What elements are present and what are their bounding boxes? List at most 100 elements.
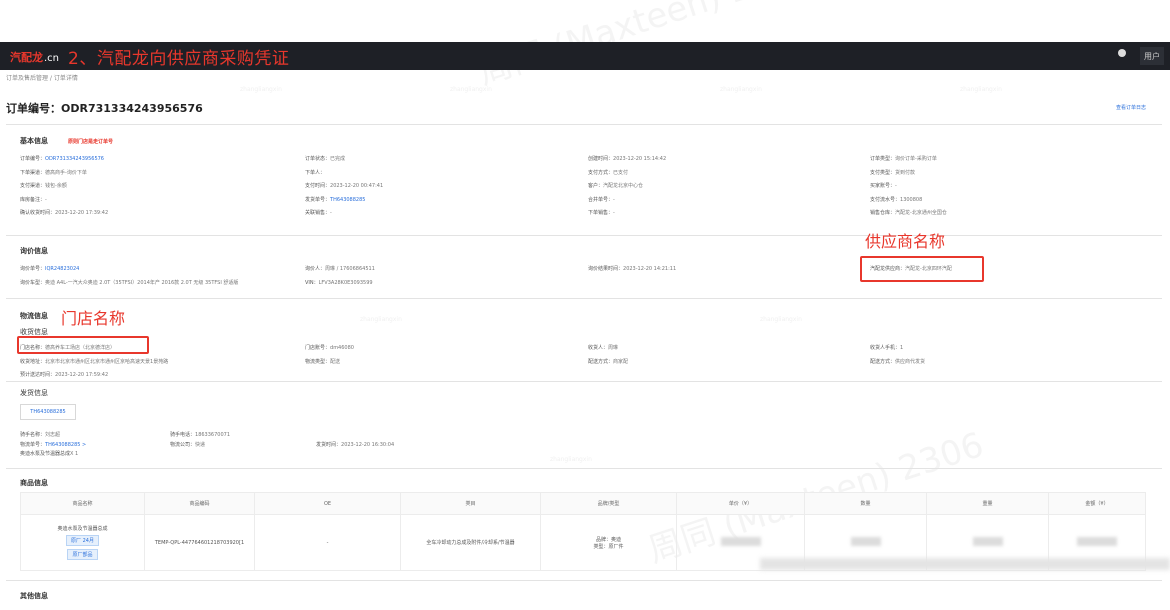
field-value: 已完成 [330, 156, 346, 162]
field-label: 下单人： [305, 169, 326, 176]
field-value[interactable]: TH643088285 [330, 197, 365, 203]
product-name: 奥迪水泵及节温器总成 [57, 526, 108, 532]
table-header-row: 商品名称 商品编码 OE 类目 品牌/类型 单价（¥） 数量 重量 金额（¥） [20, 492, 1146, 515]
field-label: 关联销售： [305, 210, 331, 216]
field-label: 客户： [588, 183, 604, 189]
field: 物流类型：配送 [305, 358, 340, 365]
cell-category: 全车冷却动力总成及附件/冷却系/节温器 [400, 514, 541, 571]
field-value: - [613, 210, 615, 216]
field: 询价结果时间：2023-12-20 14:21:11 [588, 265, 676, 272]
field-value: 货到付款 [895, 169, 916, 176]
watermark: zhangliangxin [760, 316, 802, 323]
field: 物流公司：快递 [170, 441, 205, 448]
field-label: 合并单号： [588, 196, 614, 203]
field: 询价人：周琳 / 17606864511 [305, 265, 375, 272]
field-value: 2023-12-20 00:47:41 [330, 183, 384, 189]
field-label: 下单销售： [588, 210, 614, 216]
field: 发货时间：2023-12-20 16:30:04 [316, 441, 394, 448]
field-label: 物流单号： [20, 441, 46, 448]
field-value: 德高商手-询价下单 [45, 169, 87, 176]
field-label: 物流公司： [170, 441, 196, 448]
field-label: 收货人手机： [870, 345, 901, 351]
section-title-other: 其他信息 [20, 592, 48, 600]
redacted-block [850, 537, 881, 546]
cell-product-code: TEMP-QPL-447764601218703920[1 [144, 514, 255, 571]
field-label: 支付方式： [588, 169, 614, 176]
field-value: 2023-12-20 16:30:04 [341, 441, 395, 448]
brand-logo[interactable]: 汽配龙.cn [10, 49, 59, 65]
watermark: zhangliangxin [450, 86, 492, 93]
field: 支付类型：货到付款 [870, 169, 915, 176]
field-label: 买家账号： [870, 183, 896, 189]
tab-shipment[interactable]: TH643088285 [20, 404, 76, 420]
order-log-link[interactable]: 查看订单日志 [1116, 104, 1146, 111]
field: 订单编号：ODR731334243956576 [20, 155, 104, 162]
field: 收货人：周琳 [588, 344, 618, 351]
section-title-goods: 商品信息 [20, 479, 48, 487]
field-label: 下单渠道： [20, 169, 46, 176]
field-value: 商家配 [613, 358, 629, 365]
bell-icon[interactable] [1118, 49, 1126, 57]
field-value: - [613, 196, 615, 203]
supplier-annotation: 供应商名称 [865, 232, 946, 251]
field-value: - [895, 183, 897, 189]
field: 骑手名称：刘志超 [20, 431, 60, 438]
col-header: 单价（¥） [676, 492, 805, 515]
field: 下单渠道：德高商手-询价下单 [20, 169, 87, 176]
watermark: zhangliangxin [240, 86, 282, 93]
breadcrumb[interactable]: 订单及售后管理 / 订单详情 [6, 73, 78, 82]
field: 奥迪水泵及节温器总成X 1 [20, 450, 78, 457]
col-header: 金额（¥） [1048, 492, 1146, 515]
col-header: 数量 [804, 492, 927, 515]
field-value[interactable]: IQR24823024 [45, 266, 79, 272]
cell-oe: - [254, 514, 401, 571]
field-value: 询价订单-采购订单 [895, 156, 937, 162]
field-value: 配送 [330, 358, 341, 365]
field: 门店账号：dm46080 [305, 344, 354, 351]
divider [6, 235, 1162, 236]
field: 配送方式：商家配 [588, 358, 628, 365]
red-note: 原则门店是走订单号 [68, 139, 114, 145]
field-value: 刘志超 [45, 432, 61, 438]
warranty-tag: 原厂 24月 [66, 535, 99, 546]
field-label: 奥迪水泵及节温器总成 [20, 451, 71, 457]
field-value: 2023-12-20 17:59:42 [55, 372, 109, 378]
field-label: 收货人： [588, 345, 609, 351]
field-value: 1 [900, 345, 904, 351]
field: 支付流水号：1300808 [870, 196, 922, 203]
field-value: 2023-12-20 14:21:11 [623, 266, 677, 272]
field-label: 询价车型： [20, 280, 46, 286]
store-highlight-box [17, 336, 149, 354]
field-label: 支付时间： [305, 183, 331, 189]
divider [6, 298, 1162, 299]
field-label: 收货地址： [20, 358, 46, 365]
cell-product-name: 奥迪水泵及节温器总成 原厂 24月 原厂部品 [20, 514, 145, 571]
field-label: 支付渠道： [20, 183, 46, 189]
field: 预计送达时间：2023-12-20 17:59:42 [20, 371, 108, 378]
field: 收货地址：北京市北京市通州区北京市通州区京哈高速天景1景苑路 [20, 358, 168, 365]
watermark: zhangliangxin [960, 86, 1002, 93]
field-label: 销售仓库： [870, 210, 896, 216]
field-label: 订单类型： [870, 156, 896, 162]
section-title-inquiry: 询价信息 [20, 247, 48, 255]
field-value: 供应商代发货 [895, 358, 926, 365]
field-label: 询价结果时间： [588, 266, 624, 272]
annotation-banner: 2、汽配龙向供应商采购凭证 [68, 49, 290, 69]
field-value[interactable]: ODR731334243956576 [45, 156, 104, 162]
divider [6, 124, 1162, 125]
field: 关联销售：- [305, 209, 332, 216]
field-label: 确认收货时间： [20, 210, 56, 216]
field-value: 钱包-余额 [45, 183, 67, 189]
brand-text: 品牌：奥迪 [595, 536, 621, 543]
col-header: 重量 [926, 492, 1049, 515]
field-label: 预计送达时间： [20, 372, 56, 378]
field: 骑手电话：18633670071 [170, 431, 230, 438]
field-value[interactable]: TH643088285 > [45, 442, 86, 448]
field-label: VIN： [305, 280, 319, 286]
col-header: 品牌/类型 [540, 492, 677, 515]
user-menu-button[interactable]: 用户 [1140, 47, 1164, 65]
watermark: zhangliangxin [360, 316, 402, 323]
field-label: 骑手名称： [20, 432, 46, 438]
watermark: zhangliangxin [550, 456, 592, 463]
field: 支付方式：已支付 [588, 169, 628, 176]
